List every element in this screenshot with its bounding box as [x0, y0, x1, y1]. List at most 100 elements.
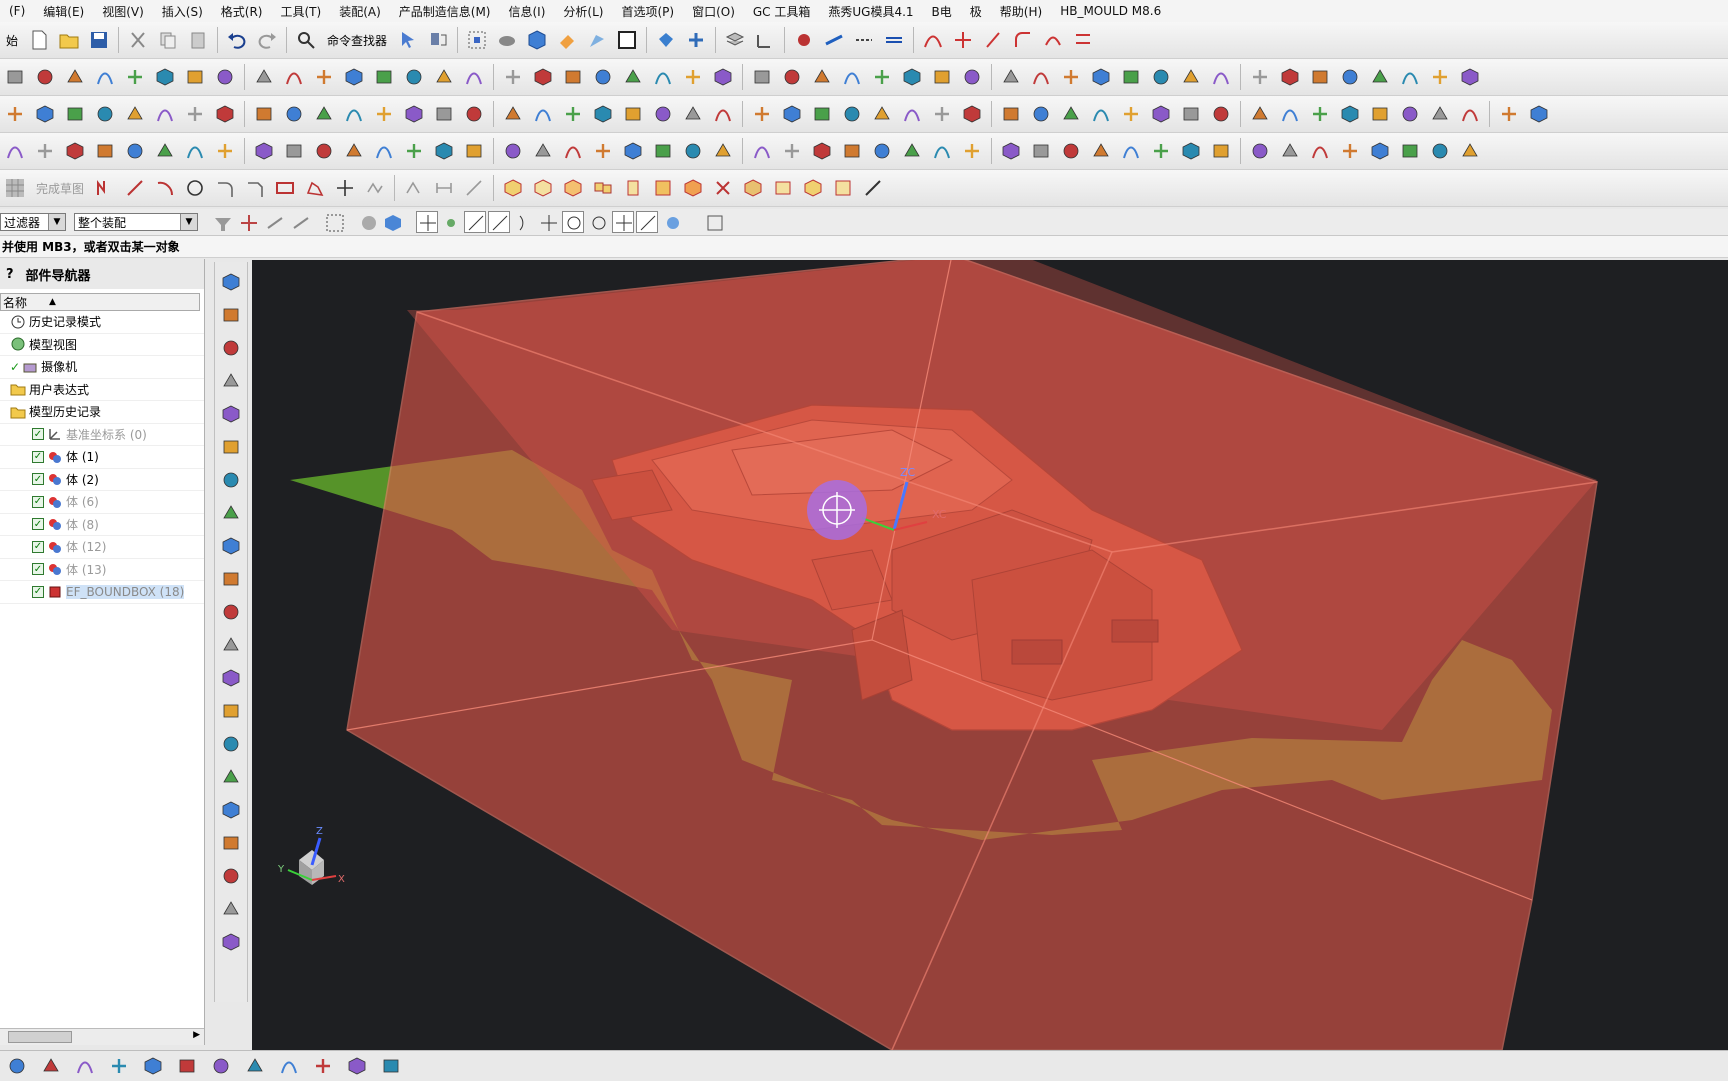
offset-curve-icon[interactable] — [1041, 28, 1065, 52]
snap-quadrant-icon[interactable] — [588, 212, 608, 232]
paste-icon[interactable] — [186, 28, 210, 52]
start-menu-button[interactable]: 始 — [0, 32, 24, 49]
curve-tool-icon[interactable] — [93, 102, 117, 126]
mold-tool-icon[interactable] — [621, 139, 645, 163]
feature-tool-icon[interactable] — [531, 65, 555, 89]
tree-node[interactable]: ✓ 体 (1) — [0, 446, 204, 469]
new-component-icon[interactable] — [531, 176, 555, 200]
menu-item[interactable]: 产品制造信息(M) — [390, 3, 500, 20]
snap-face-icon[interactable] — [662, 212, 682, 232]
finish-sketch-button[interactable]: 完成草图 — [30, 180, 90, 197]
menu-item[interactable]: (F) — [0, 4, 34, 18]
mold-tool-icon[interactable] — [531, 139, 555, 163]
mold-tool-icon[interactable] — [123, 139, 147, 163]
mold-tool-icon[interactable] — [93, 139, 117, 163]
column-header-name[interactable]: 名称 ▲ — [0, 293, 200, 311]
fit-view-icon[interactable] — [465, 28, 489, 52]
drafting-tool-icon[interactable] — [6, 1055, 28, 1077]
dimension-icon[interactable] — [432, 176, 456, 200]
curve-tool-icon[interactable] — [282, 102, 306, 126]
arrangements-icon[interactable] — [831, 176, 855, 200]
save-icon[interactable] — [87, 28, 111, 52]
curve-tool-icon[interactable] — [921, 28, 945, 52]
menu-item[interactable]: 燕秀UG模具4.1 — [819, 3, 922, 20]
mold-tool-icon[interactable] — [1209, 139, 1233, 163]
tree-node[interactable]: ✓ 体 (12) — [0, 536, 204, 559]
feature-tool-icon[interactable] — [312, 65, 336, 89]
curve-tool-icon[interactable] — [1179, 102, 1203, 126]
menu-item[interactable]: GC 工具箱 — [744, 3, 820, 20]
drafting-tool-icon[interactable] — [244, 1055, 266, 1077]
curve-tool-icon[interactable] — [1089, 102, 1113, 126]
feature-tool-icon[interactable] — [750, 65, 774, 89]
snap-tangent-icon[interactable] — [488, 211, 510, 233]
curve-tool-icon[interactable] — [1398, 102, 1422, 126]
curve-tool-icon[interactable] — [342, 102, 366, 126]
manufacturing-icon[interactable] — [218, 632, 244, 658]
feature-tool-icon[interactable] — [183, 65, 207, 89]
curve-tool-icon[interactable] — [213, 102, 237, 126]
snap-line-icon[interactable] — [464, 211, 486, 233]
mold-tool-icon[interactable] — [3, 139, 27, 163]
tree-node[interactable]: ✓ 体 (8) — [0, 514, 204, 536]
curve-tool-icon[interactable] — [63, 102, 87, 126]
replace-component-icon[interactable] — [651, 176, 675, 200]
project-curve-icon[interactable] — [1071, 28, 1095, 52]
visibility-checkbox[interactable]: ✓ — [32, 563, 44, 576]
constraint-icon[interactable] — [402, 176, 426, 200]
curve-tool-icon[interactable] — [402, 102, 426, 126]
feature-tool-icon[interactable] — [252, 65, 276, 89]
curve-tool-icon[interactable] — [681, 102, 705, 126]
feature-tool-icon[interactable] — [33, 65, 57, 89]
menu-item[interactable]: 窗口(O) — [683, 3, 744, 20]
mold-tool-icon[interactable] — [999, 139, 1023, 163]
curve-tool-icon[interactable] — [780, 102, 804, 126]
curve-tool-icon[interactable] — [1338, 102, 1362, 126]
visibility-checkbox[interactable]: ✓ — [32, 540, 44, 553]
menu-item[interactable]: 视图(V) — [93, 3, 153, 20]
curve-tool-icon[interactable] — [561, 102, 585, 126]
drafting-tool-icon[interactable] — [210, 1055, 232, 1077]
open-folder-icon[interactable] — [57, 28, 81, 52]
checkmate-icon[interactable] — [218, 764, 244, 790]
feature-tool-icon[interactable] — [1248, 65, 1272, 89]
menu-item[interactable]: B电 — [923, 3, 961, 20]
trim-recipe-icon[interactable] — [462, 176, 486, 200]
type-filter-dropdown[interactable]: 过滤器 ▼ — [0, 213, 66, 231]
curve-tool-icon[interactable] — [1308, 102, 1332, 126]
command-finder-button[interactable]: 命令查找器 — [321, 32, 393, 49]
mold-tool-icon[interactable] — [402, 139, 426, 163]
visualization-icon[interactable] — [218, 863, 244, 889]
curve-tool-icon[interactable] — [1497, 102, 1521, 126]
mold-tool-icon[interactable] — [1029, 139, 1053, 163]
mold-tool-icon[interactable] — [501, 139, 525, 163]
analysis-tools-icon[interactable] — [218, 929, 244, 955]
help-icon[interactable]: ? — [6, 267, 14, 282]
mold-tool-icon[interactable] — [1278, 139, 1302, 163]
mold-tool-icon[interactable] — [1398, 139, 1422, 163]
mold-tool-icon[interactable] — [711, 139, 735, 163]
feature-tool-icon[interactable] — [780, 65, 804, 89]
layer-settings-icon[interactable] — [723, 28, 747, 52]
visibility-checkbox[interactable]: ✓ — [32, 473, 44, 486]
mold-tool-icon[interactable] — [312, 139, 336, 163]
feature-tool-icon[interactable] — [1089, 65, 1113, 89]
mold-tool-icon[interactable] — [750, 139, 774, 163]
feature-tool-icon[interactable] — [960, 65, 984, 89]
filter-reset-icon[interactable] — [212, 212, 232, 232]
assembly-insert-icon[interactable] — [501, 176, 525, 200]
visibility-checkbox[interactable]: ✓ — [32, 428, 44, 441]
curve-tool-icon[interactable] — [999, 102, 1023, 126]
curve-tool-icon[interactable] — [372, 102, 396, 126]
mold-tool-icon[interactable] — [183, 139, 207, 163]
line-icon[interactable] — [123, 176, 147, 200]
curve-tool-icon[interactable] — [900, 102, 924, 126]
electrode-icon[interactable] — [218, 665, 244, 691]
part-navigator-icon[interactable] — [218, 335, 244, 361]
shaded-cube-icon[interactable] — [525, 28, 549, 52]
feature-tool-icon[interactable] — [711, 65, 735, 89]
wcs-icon[interactable] — [753, 28, 777, 52]
copy-icon[interactable] — [156, 28, 180, 52]
wave-link-icon[interactable] — [741, 176, 765, 200]
feature-tool-icon[interactable] — [870, 65, 894, 89]
